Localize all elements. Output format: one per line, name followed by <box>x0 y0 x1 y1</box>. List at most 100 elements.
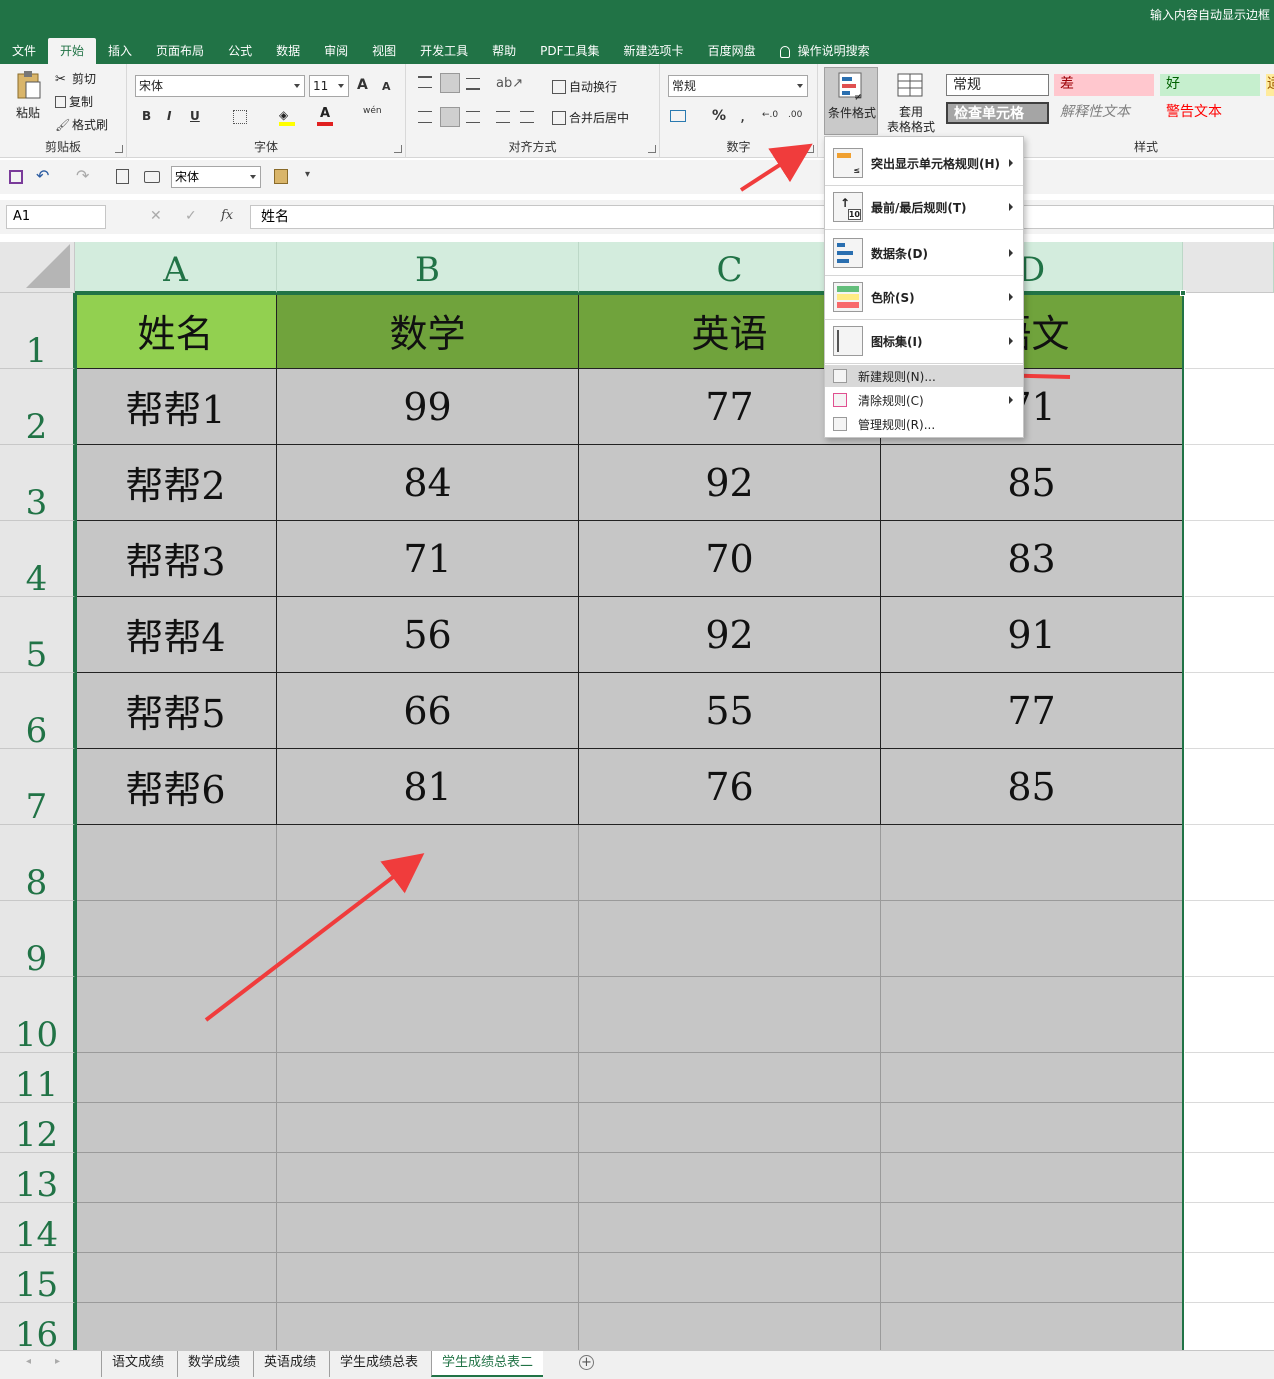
paste-special-icon[interactable] <box>274 169 288 184</box>
cell-a7[interactable]: 帮帮6 <box>75 749 277 825</box>
cancel-icon[interactable]: ✕ <box>150 208 162 224</box>
camera-icon[interactable] <box>144 171 160 183</box>
add-sheet-icon[interactable]: + <box>579 1355 594 1370</box>
tab-baidu-netdisk[interactable]: 百度网盘 <box>696 38 768 64</box>
tab-new-tab[interactable]: 新建选项卡 <box>612 38 696 64</box>
sheet-tab-chinese[interactable]: 语文成绩 <box>101 1351 174 1377</box>
row-header-2[interactable]: 2 <box>0 369 75 445</box>
cell-b9[interactable] <box>277 901 579 977</box>
tab-file[interactable]: 文件 <box>0 38 48 64</box>
menu-data-bars[interactable]: 数据条(D) <box>825 233 1023 273</box>
sheet-tab-summary[interactable]: 学生成绩总表 <box>329 1351 428 1377</box>
style-warning[interactable]: 警告文本 <box>1160 102 1260 124</box>
row-header-5[interactable]: 5 <box>0 597 75 673</box>
font-name-select[interactable]: 宋体 <box>135 75 305 97</box>
row-header-6[interactable]: 6 <box>0 673 75 749</box>
cell-outside-range[interactable] <box>1185 673 1274 749</box>
scroll-right-icon[interactable]: ▸ <box>55 1356 60 1367</box>
row-header-1[interactable]: 1 <box>0 293 75 369</box>
cell-outside-range[interactable] <box>1185 1053 1274 1103</box>
cell-d8[interactable] <box>881 825 1183 901</box>
cell-a2[interactable]: 帮帮1 <box>75 369 277 445</box>
fill-handle[interactable] <box>1180 290 1186 296</box>
cell-b4[interactable]: 71 <box>277 521 579 597</box>
cell-d16[interactable] <box>881 1303 1183 1350</box>
style-bad[interactable]: 差 <box>1054 74 1154 96</box>
cell-d3[interactable]: 85 <box>881 445 1183 521</box>
cell-outside-range[interactable] <box>1185 1253 1274 1303</box>
cut-button[interactable]: ✂ 剪切 <box>55 70 96 87</box>
style-check-cell[interactable]: 检查单元格 <box>946 102 1049 124</box>
cell-a14[interactable] <box>75 1203 277 1253</box>
orientation-button[interactable]: ab↗ <box>496 76 523 91</box>
cell-a15[interactable] <box>75 1253 277 1303</box>
cell-outside-range[interactable] <box>1185 369 1274 445</box>
cell-b7[interactable]: 81 <box>277 749 579 825</box>
cell-a13[interactable] <box>75 1153 277 1203</box>
menu-icon-sets[interactable]: 图标集(I) <box>825 321 1023 361</box>
cell-c9[interactable] <box>579 901 881 977</box>
accounting-button[interactable] <box>670 110 686 122</box>
cell-c8[interactable] <box>579 825 881 901</box>
clipboard-launcher-icon[interactable] <box>115 145 123 153</box>
cell-c16[interactable] <box>579 1303 881 1350</box>
align-left-button[interactable] <box>418 111 432 123</box>
cell-outside-range[interactable] <box>1185 1203 1274 1253</box>
row-header-9[interactable]: 9 <box>0 901 75 977</box>
cell-b15[interactable] <box>277 1253 579 1303</box>
select-all-button[interactable] <box>0 242 75 293</box>
cell-c6[interactable]: 55 <box>579 673 881 749</box>
increase-decimal-button[interactable]: ←.0 <box>762 110 778 120</box>
cell-outside-range[interactable] <box>1185 1303 1274 1350</box>
cell-a4[interactable]: 帮帮3 <box>75 521 277 597</box>
cell-d4[interactable]: 83 <box>881 521 1183 597</box>
cell-d7[interactable]: 85 <box>881 749 1183 825</box>
scroll-left-icon[interactable]: ◂ <box>26 1356 31 1367</box>
italic-button[interactable]: I <box>167 109 171 123</box>
row-header-4[interactable]: 4 <box>0 521 75 597</box>
cell-b8[interactable] <box>277 825 579 901</box>
column-header-b[interactable]: B <box>277 242 579 293</box>
fill-color-button[interactable]: ◈ <box>279 108 295 126</box>
customize-qat-icon[interactable]: ▾ <box>305 169 310 180</box>
cell-d10[interactable] <box>881 977 1183 1053</box>
enter-icon[interactable]: ✓ <box>185 208 197 224</box>
name-box[interactable]: A1 <box>6 205 106 229</box>
sheet-tab-math[interactable]: 数学成绩 <box>177 1351 250 1377</box>
insert-function-icon[interactable]: fx <box>221 208 233 223</box>
underline-button[interactable]: U <box>190 109 200 123</box>
sheet-tab-english[interactable]: 英语成绩 <box>253 1351 326 1377</box>
style-normal[interactable]: 常规 <box>946 74 1049 96</box>
decrease-font-button[interactable]: A <box>382 80 391 93</box>
menu-top-bottom-rules[interactable]: ↑ 10 最前/最后规则(T) <box>825 187 1023 227</box>
cell-b6[interactable]: 66 <box>277 673 579 749</box>
row-header-8[interactable]: 8 <box>0 825 75 901</box>
tab-formulas[interactable]: 公式 <box>216 38 264 64</box>
cell-c4[interactable]: 70 <box>579 521 881 597</box>
font-launcher-icon[interactable] <box>394 145 402 153</box>
comma-button[interactable]: , <box>740 106 745 125</box>
cell-d6[interactable]: 77 <box>881 673 1183 749</box>
cell-c14[interactable] <box>579 1203 881 1253</box>
cell-a5[interactable]: 帮帮4 <box>75 597 277 673</box>
style-explanatory[interactable]: 解释性文本 <box>1054 102 1154 124</box>
row-header-13[interactable]: 13 <box>0 1153 75 1203</box>
tab-data[interactable]: 数据 <box>264 38 312 64</box>
cell-outside-range[interactable] <box>1185 597 1274 673</box>
column-header-a[interactable]: A <box>75 242 277 293</box>
cell-b12[interactable] <box>277 1103 579 1153</box>
menu-manage-rules[interactable]: 管理规则(R)... <box>825 413 1023 435</box>
menu-color-scales[interactable]: 色阶(S) <box>825 277 1023 317</box>
tab-page-layout[interactable]: 页面布局 <box>144 38 216 64</box>
cell-outside-range[interactable] <box>1185 977 1274 1053</box>
wrap-text-button[interactable]: 自动换行 <box>552 78 617 95</box>
phonetic-button[interactable]: wén <box>363 106 382 116</box>
cell-d15[interactable] <box>881 1253 1183 1303</box>
cell-b1[interactable]: 数学 <box>277 293 579 369</box>
cell-b3[interactable]: 84 <box>277 445 579 521</box>
undo-icon[interactable]: ↶ <box>36 166 49 185</box>
save-icon[interactable] <box>9 170 23 184</box>
tab-home[interactable]: 开始 <box>48 38 97 64</box>
alignment-launcher-icon[interactable] <box>648 145 656 153</box>
cell-a8[interactable] <box>75 825 277 901</box>
